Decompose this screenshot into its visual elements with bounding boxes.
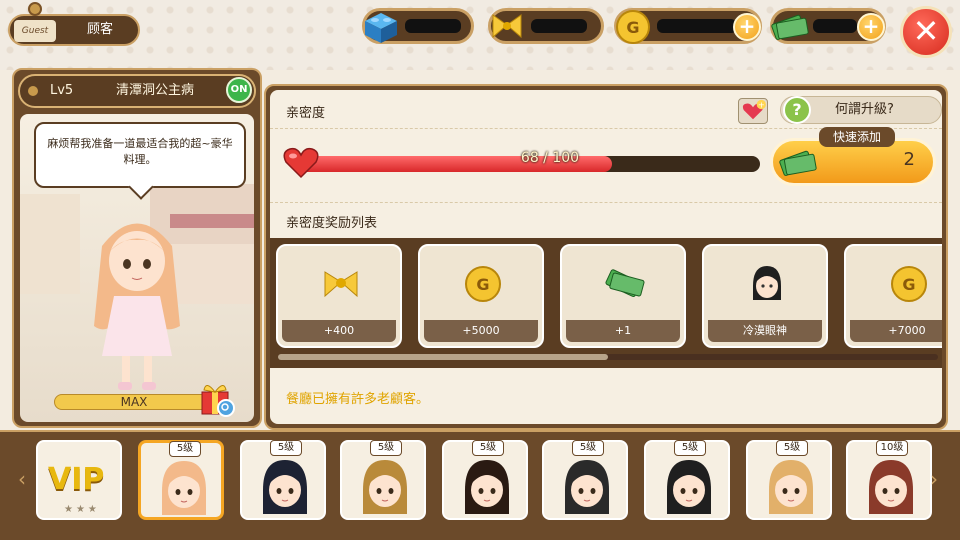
customer-slot[interactable]: 5级	[644, 440, 730, 520]
gold-coin-icon: G	[465, 266, 501, 302]
customer-level-badge: 5级	[572, 440, 604, 456]
character-namebar: Lv5 清潭洞公主病 ON	[18, 74, 256, 108]
customer-level-badge: 5级	[472, 440, 504, 456]
customer-slot[interactable]: 5级	[542, 440, 628, 520]
bow-pasta-icon	[324, 271, 358, 298]
close-button[interactable]: ✕	[900, 6, 952, 58]
guest-tag: Guest	[14, 20, 56, 42]
blue-block-icon	[365, 13, 397, 43]
character-panel: Lv5 清潭洞公主病 ON 麻烦帮我准备一道最适合我的超~豪华料理。 MAX	[12, 68, 262, 428]
customer-avatar-icon	[667, 460, 711, 514]
reward-label: 冷漠眼神	[708, 320, 822, 342]
reward-label: +1	[566, 320, 680, 342]
customer-level-badge: 10级	[876, 440, 908, 456]
customer-slot[interactable]: 5级	[138, 440, 224, 520]
divider	[270, 202, 942, 203]
gift-icon[interactable]	[196, 378, 236, 418]
gold-coin-icon: G	[891, 266, 927, 302]
gold-value	[657, 19, 737, 33]
customer-level-badge: 5级	[674, 440, 706, 456]
scroll-left-arrow-icon[interactable]: ‹	[18, 464, 30, 494]
levelup-help-button[interactable]: ? 何謂升級?	[780, 96, 942, 124]
customer-avatar-icon	[465, 460, 509, 514]
pasta-value	[531, 19, 587, 33]
notice-text: 餐廳已擁有許多老顧客。	[286, 392, 430, 407]
bow-pasta-icon	[492, 14, 522, 39]
speech-bubble: 麻烦帮我准备一道最适合我的超~豪华料理。	[34, 122, 246, 188]
customer-avatar-icon	[162, 461, 206, 515]
character-portrait-area: 麻烦帮我准备一道最适合我的超~豪华料理。 MAX	[20, 114, 254, 422]
guest-label: 顾客	[86, 22, 113, 37]
customer-level-badge: 5级	[776, 440, 808, 456]
currency-cash: +	[770, 8, 886, 44]
namebar-knob	[28, 86, 38, 96]
svg-text:+: +	[758, 99, 765, 109]
customer-avatar-icon	[769, 460, 813, 514]
reward-list[interactable]: +400 G +5000 +1 冷漠眼神 G +7000	[270, 238, 942, 368]
reward-scrollbar[interactable]	[278, 354, 938, 360]
customer-strip: ‹ VIP ★★★ 5级 5级 5级 5级 5级 5级 5级 10级 ›	[0, 430, 960, 540]
customer-slot[interactable]: 5级	[240, 440, 326, 520]
customer-avatar-icon	[565, 460, 609, 514]
reward-card[interactable]: +1	[560, 244, 686, 348]
quick-add-value: 2	[903, 149, 915, 170]
intimacy-panel: 亲密度 + ? 何謂升級? 68 / 100 快速添加 2 亲密度奖励列表 +4…	[264, 84, 948, 430]
cash-icon	[779, 150, 817, 176]
customer-avatar-icon	[363, 460, 407, 514]
rewards-title: 亲密度奖励列表	[286, 216, 378, 231]
question-icon: ?	[783, 96, 811, 124]
customer-slot[interactable]: 5级	[340, 440, 426, 520]
intimacy-max-bar: MAX	[54, 394, 214, 410]
reward-card[interactable]: +400	[276, 244, 402, 348]
levelup-help-label: 何謂升級?	[835, 102, 894, 117]
svg-text:G: G	[626, 18, 639, 37]
reward-card[interactable]: G +5000	[418, 244, 544, 348]
blocks-value	[405, 19, 461, 33]
reward-card[interactable]: G +7000	[844, 244, 942, 348]
currency-pasta	[488, 8, 604, 44]
customer-slot[interactable]: 5级	[746, 440, 832, 520]
vip-stars: ★★★	[64, 504, 100, 515]
customer-level-badge: 5级	[370, 440, 402, 456]
quick-add-label: 快速添加	[819, 127, 895, 147]
svg-text:G: G	[476, 275, 489, 294]
customer-avatar-icon	[869, 460, 913, 514]
intimacy-panel-inner: 亲密度 + ? 何謂升級? 68 / 100 快速添加 2 亲密度奖励列表 +4…	[270, 90, 942, 424]
cash-value	[813, 19, 857, 33]
heart-plus-icon[interactable]: +	[738, 98, 768, 124]
add-gold-button[interactable]: +	[733, 13, 761, 41]
girl-avatar-icon	[753, 266, 781, 300]
quick-add-button[interactable]: 快速添加 2	[770, 127, 936, 186]
add-cash-button[interactable]: +	[857, 13, 885, 41]
guest-badge[interactable]: Guest 顾客	[8, 2, 140, 46]
reward-card[interactable]: 冷漠眼神	[702, 244, 828, 348]
currency-blocks	[362, 8, 474, 44]
close-icon: ✕	[912, 12, 940, 50]
cash-icon	[605, 269, 645, 298]
svg-text:G: G	[902, 275, 915, 294]
reward-label: +400	[282, 320, 396, 342]
customer-level-badge: 5级	[169, 441, 201, 457]
character-name: 清潭洞公主病	[116, 83, 195, 98]
reward-scrollbar-thumb[interactable]	[278, 354, 608, 360]
intimacy-title: 亲密度	[286, 106, 326, 121]
cash-icon	[771, 14, 809, 40]
vip-slot[interactable]: VIP ★★★	[36, 440, 122, 520]
customer-avatar-icon	[263, 460, 307, 514]
gold-coin-icon: G	[616, 10, 650, 44]
customer-level-badge: 5级	[270, 440, 302, 456]
scroll-right-arrow-icon[interactable]: ›	[930, 464, 942, 494]
status-toggle[interactable]: ON	[226, 77, 252, 103]
customer-slot[interactable]: 5级	[442, 440, 528, 520]
character-sprite[interactable]	[82, 206, 192, 396]
vip-label: VIP	[48, 462, 105, 497]
currency-gold: G +	[614, 8, 762, 44]
character-level: Lv5	[50, 83, 74, 98]
reward-label: +7000	[850, 320, 942, 342]
reward-label: +5000	[424, 320, 538, 342]
customer-slot[interactable]: 10级	[846, 440, 932, 520]
intimacy-progress-text: 68 / 100	[520, 150, 580, 166]
badge-hanger	[28, 2, 42, 16]
